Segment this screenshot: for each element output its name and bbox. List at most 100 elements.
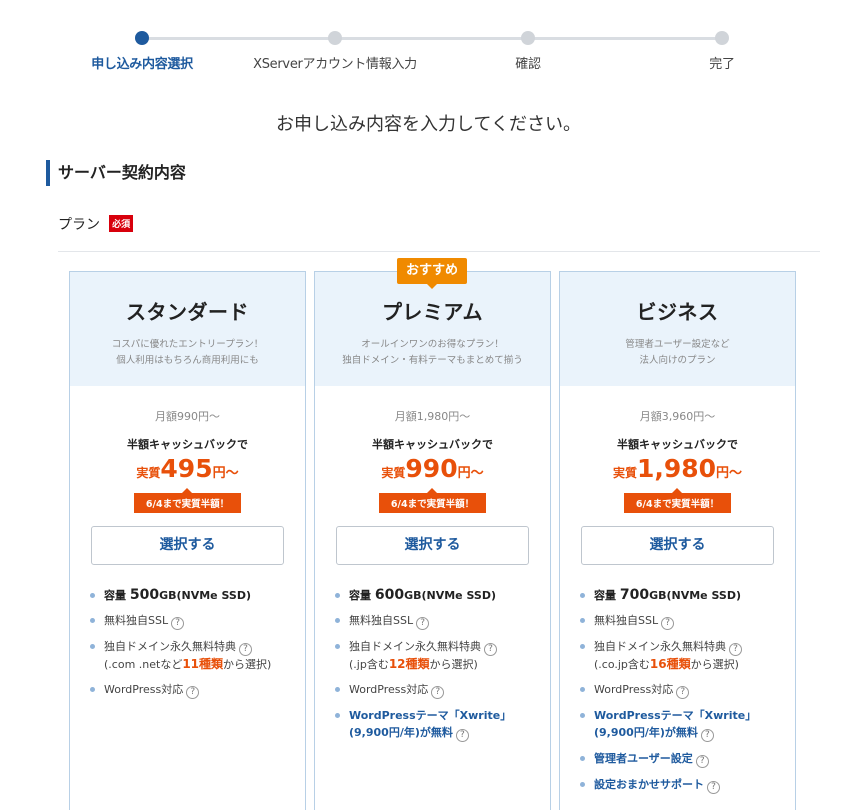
actual-prefix: 実質 [136, 466, 161, 480]
domain-sub-pre: (.jp含む [349, 658, 389, 671]
actual-suffix: 円〜 [716, 466, 743, 481]
lead-text: お申し込み内容を入力してください。 [276, 114, 581, 135]
cashback-label: 半額キャッシュバックで [372, 438, 493, 451]
actual-suffix: 円〜 [457, 466, 484, 481]
actual-price: 実質1,980円〜 [560, 454, 795, 489]
card-body: 月額1,980円〜 半額キャッシュバックで 実質990円〜 6/4まで実質半額！… [315, 386, 550, 742]
storage-unit: GB(NVMe SSD) [159, 589, 251, 602]
plan-name: スタンダード [126, 300, 249, 324]
feature-text: WordPressテーマ「Xwrite」 [594, 709, 757, 722]
feature-admin-user: 管理者ユーザー設定? [580, 750, 795, 768]
plan-card-premium: プレミアム オールインワンのお得なプラン！ 独自ドメイン・有料テーマもまとめて揃… [314, 271, 551, 810]
plan-description: コスパに優れたエントリープラン！ 個人利用はもちろん商用利用にも [70, 337, 305, 369]
help-icon[interactable]: ? [676, 686, 690, 699]
step-dot [715, 31, 729, 45]
step-confirm: 確認 [428, 30, 628, 72]
feature-ssl: 無料独自SSL? [335, 612, 550, 630]
step-plan-selection: 申し込み内容選択 [42, 30, 242, 72]
feature-text: WordPressテーマ「Xwrite」 [349, 709, 512, 722]
storage-unit: GB(NVMe SSD) [404, 589, 496, 602]
step-label: 完了 [709, 57, 735, 72]
help-icon[interactable]: ? [186, 686, 200, 699]
feature-text: 設定おまかせサポート [594, 778, 704, 791]
feature-text: (9,900円/年)が無料 [594, 726, 698, 739]
card-header: ビジネス 管理者ユーザー設定など 法人向けのプラン [560, 272, 795, 386]
feature-text: WordPress対応 [594, 683, 674, 696]
section-title: サーバー契約内容 [46, 160, 186, 186]
domain-sub-post: から選択) [223, 658, 272, 671]
domain-sub-pre: (.com .netなど [104, 658, 183, 671]
plan-desc-line: 管理者ユーザー設定など [625, 339, 730, 350]
storage-value: 500 [129, 587, 160, 603]
storage-label: 容量 [594, 589, 616, 602]
cashback-label: 半額キャッシュバックで [617, 438, 738, 451]
actual-value: 495 [160, 454, 213, 483]
feature-text: 独自ドメイン永久無料特典 [104, 640, 236, 653]
feature-theme: WordPressテーマ「Xwrite」 (9,900円/年)が無料? [580, 707, 795, 742]
select-business-button[interactable]: 選択する [581, 526, 774, 565]
step-label: 確認 [515, 57, 541, 72]
deadline-tag: 6/4まで実質半額！ [623, 488, 732, 513]
feature-text: WordPress対応 [349, 683, 429, 696]
feature-support: 設定おまかせサポート? [580, 776, 795, 794]
actual-prefix: 実質 [612, 466, 637, 480]
deadline-tag: 6/4まで実質半額！ [133, 488, 242, 513]
step-dot [328, 31, 342, 45]
required-badge: 必須 [109, 215, 134, 232]
domain-count: 11種類 [182, 657, 224, 671]
plan-name: ビジネス [636, 300, 719, 324]
feature-text: 無料独自SSL [349, 614, 414, 627]
plan-desc-line: 独自ドメイン・有料テーマもまとめて揃う [342, 355, 523, 366]
help-icon[interactable]: ? [484, 643, 497, 656]
step-complete: 完了 [622, 30, 822, 72]
card-body: 月額3,960円〜 半額キャッシュバックで 実質1,980円〜 6/4まで実質半… [560, 386, 795, 794]
base-price: 月額3,960円〜 [639, 410, 716, 423]
step-dot [521, 31, 535, 45]
storage-label: 容量 [104, 589, 126, 602]
actual-value: 990 [405, 454, 458, 483]
card-header: スタンダード コスパに優れたエントリープラン！ 個人利用はもちろん商用利用にも [70, 272, 305, 386]
storage-label: 容量 [349, 589, 371, 602]
plan-desc-line: 法人向けのプラン [639, 355, 716, 366]
plan-desc-line: オールインワンのお得なプラン！ [361, 339, 504, 350]
feature-text: WordPress対応 [104, 683, 184, 696]
select-standard-button[interactable]: 選択する [91, 526, 284, 565]
feature-text: (9,900円/年)が無料 [349, 726, 453, 739]
actual-suffix: 円〜 [212, 466, 239, 481]
help-icon[interactable]: ? [171, 617, 185, 630]
feature-list: 容量 500GB(NVMe SSD) 無料独自SSL? 独自ドメイン永久無料特典… [70, 587, 305, 699]
card-body: 月額990円〜 半額キャッシュバックで 実質495円〜 6/4まで実質半額！ 選… [70, 386, 305, 699]
help-icon[interactable]: ? [431, 686, 445, 699]
help-icon[interactable]: ? [416, 617, 430, 630]
base-price: 月額990円〜 [155, 410, 220, 423]
feature-theme: WordPressテーマ「Xwrite」 (9,900円/年)が無料? [335, 707, 550, 742]
help-icon[interactable]: ? [729, 643, 742, 656]
feature-wordpress: WordPress対応? [90, 681, 305, 699]
help-icon[interactable]: ? [455, 729, 469, 742]
help-icon[interactable]: ? [695, 755, 709, 768]
help-icon[interactable]: ? [661, 617, 675, 630]
feature-wordpress: WordPress対応? [335, 681, 550, 699]
card-header: プレミアム オールインワンのお得なプラン！ 独自ドメイン・有料テーマもまとめて揃… [315, 272, 550, 386]
feature-storage: 容量 600GB(NVMe SSD) [335, 587, 550, 604]
feature-wordpress: WordPress対応? [580, 681, 795, 699]
actual-price: 実質495円〜 [70, 454, 305, 489]
feature-text: 無料独自SSL [104, 614, 169, 627]
plan-name: プレミアム [381, 300, 484, 324]
storage-value: 700 [619, 587, 650, 603]
step-account-info: XServerアカウント情報入力 [235, 30, 435, 72]
help-icon[interactable]: ? [707, 781, 720, 794]
help-icon[interactable]: ? [239, 643, 252, 656]
actual-prefix: 実質 [381, 466, 406, 480]
domain-sub-post: から選択) [690, 658, 739, 671]
plan-description: オールインワンのお得なプラン！ 独自ドメイン・有料テーマもまとめて揃う [315, 337, 550, 369]
cashback-label: 半額キャッシュバックで [127, 438, 248, 451]
select-premium-button[interactable]: 選択する [336, 526, 529, 565]
feature-text: 管理者ユーザー設定 [594, 752, 693, 765]
storage-value: 600 [374, 587, 405, 603]
feature-list: 容量 600GB(NVMe SSD) 無料独自SSL? 独自ドメイン永久無料特典… [315, 587, 550, 742]
plan-label: プラン [58, 217, 100, 233]
help-icon[interactable]: ? [700, 729, 714, 742]
feature-ssl: 無料独自SSL? [580, 612, 795, 630]
plan-desc-line: 個人利用はもちろん商用利用にも [116, 355, 259, 366]
